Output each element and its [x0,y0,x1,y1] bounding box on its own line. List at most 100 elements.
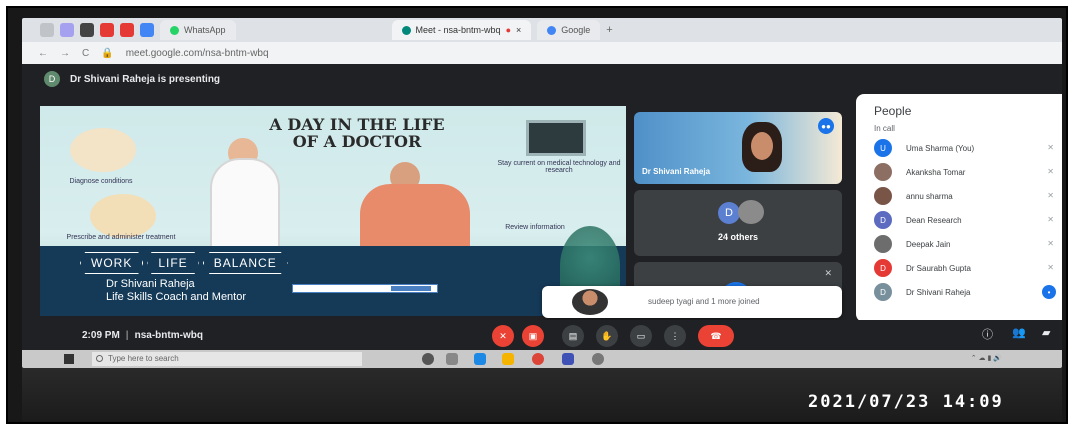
close-icon[interactable]: × [516,25,521,35]
avatar [874,187,892,205]
speaker-video-tile[interactable]: ●● Dr Shivani Raheja [634,112,842,184]
system-tray-icon[interactable]: ⌃ ☁ ▮ 🔊 [971,354,1002,362]
chrome-icon[interactable] [532,353,544,365]
tab-chrome-icon[interactable] [140,23,154,37]
people-icon[interactable]: 👥 [1012,326,1026,339]
present-button[interactable]: ▭ [630,325,652,347]
url-field[interactable]: meet.google.com/nsa-bntm-wbq [126,48,269,59]
monitor-illustration [526,120,586,156]
slide-presenter-credit: Dr Shivani Raheja Life Skills Coach and … [106,278,246,304]
presenting-banner: D Dr Shivani Raheja is presenting [22,64,852,94]
others-tile[interactable]: D 24 others [634,190,842,256]
participant-name: Uma Sharma (You) [906,143,975,153]
meet-control-bar: 2:09 PM | nsa-bntm-wbq ✕ ▣ ▤ ✋ ▭ ⋮ ☎ ⓘ 👥 ▰ [22,320,1062,350]
participant-row[interactable]: D Dean Research ✕ [856,208,1062,232]
slide-overlay-bar [292,284,438,293]
chat-icon[interactable]: ▰ [1042,326,1050,339]
panel-title: People [874,104,912,118]
slide-label: Diagnose conditions [69,178,133,185]
edge-icon[interactable] [474,353,486,365]
tab-whatsapp[interactable]: WhatsApp [160,20,236,40]
settings-icon[interactable] [592,353,604,365]
balance-chip: WORK [80,252,144,274]
info-icon[interactable]: ⓘ [982,326,993,342]
participant-name: Dr Shivani Raheja [906,287,971,297]
join-notification[interactable]: sudeep tyagi and 1 more joined [542,286,842,318]
reload-icon[interactable]: C [82,48,89,59]
balance-chip: LIFE [147,252,199,274]
meeting-details[interactable]: 2:09 PM | nsa-bntm-wbq [82,330,203,341]
participant-video [742,122,782,172]
magnifier-illustration [70,128,136,172]
participant-name: Dr Saurabh Gupta [906,263,971,273]
speaking-indicator-icon: ●● [818,118,834,134]
meeting-code: nsa-bntm-wbq [134,330,203,341]
tab-label: Meet - nsa-bntm-wbq [415,25,501,35]
tab-meet[interactable]: Meet - nsa-bntm-wbq ● × [391,20,532,40]
leave-call-button[interactable]: ☎ [698,325,734,347]
slide-label: Stay current on medical technology and r… [497,160,621,174]
avatar: U [874,139,892,157]
avatar: D [874,259,892,277]
address-bar: ← → C 🔒 meet.google.com/nsa-bntm-wbq [22,42,1062,64]
participant-name: Dean Research [906,215,962,225]
back-arrow-icon[interactable]: ← [38,48,48,59]
tab-google[interactable]: Google [537,20,601,40]
meet-icon [401,25,411,35]
slide-presenter-name: Dr Shivani Raheja [106,278,195,290]
mic-off-icon: ✕ [1047,191,1054,200]
cortana-icon[interactable] [422,353,434,365]
mic-off-icon: ✕ [824,268,832,278]
mic-toggle-button[interactable]: ✕ [492,325,514,347]
forward-arrow-icon[interactable]: → [60,48,70,59]
avatar: D [874,211,892,229]
taskbar-search-input[interactable]: Type here to search [92,352,362,366]
participant-row[interactable]: D Dr Shivani Raheja • [856,280,1062,304]
mic-off-icon: ✕ [1047,263,1054,272]
work-life-balance-banner: WORK LIFE BALANCE [80,252,288,274]
participant-row[interactable]: D Dr Saurabh Gupta ✕ [856,256,1062,280]
mic-off-icon: ✕ [1047,167,1054,176]
tab-label: WhatsApp [184,25,226,35]
task-view-icon[interactable] [446,353,458,365]
raise-hand-button[interactable]: ✋ [596,325,618,347]
balance-chip: BALANCE [202,252,288,274]
shared-slide: Diagnose conditions Prescribe and admini… [40,106,626,316]
google-icon [547,25,557,35]
tab-menu-icon[interactable] [40,23,54,37]
mic-off-icon: ✕ [1047,215,1054,224]
speaking-icon: • [1042,285,1056,299]
participant-name: Akanksha Tomar [906,167,966,177]
mic-off-icon: ✕ [1047,143,1054,152]
search-icon [96,355,103,362]
photo-timestamp: 2021/07/23 14:09 [808,392,1004,412]
participant-row[interactable]: Deepak Jain ✕ [856,232,1062,256]
captions-button[interactable]: ▤ [562,325,584,347]
file-explorer-icon[interactable] [502,353,514,365]
tab-youtube-icon[interactable] [120,23,134,37]
more-options-button[interactable]: ⋮ [664,325,686,347]
participant-name: annu sharma [906,191,953,201]
slide-label: Prescribe and administer treatment [66,234,176,241]
camera-toggle-button[interactable]: ▣ [522,325,544,347]
presenting-text: Dr Shivani Raheja is presenting [70,73,221,85]
others-count: 24 others [717,232,759,242]
participant-name: Deepak Jain [906,239,951,249]
slide-presenter-title: Life Skills Coach and Mentor [106,291,247,303]
people-panel: People In call U Uma Sharma (You) ✕ Akan… [856,94,1062,322]
notification-text: sudeep tyagi and 1 more joined [648,297,760,306]
search-placeholder: Type here to search [108,354,179,363]
new-tab-button[interactable]: + [606,24,612,36]
participant-row[interactable]: Akanksha Tomar ✕ [856,160,1062,184]
tab-app-icon[interactable] [60,23,74,37]
participant-row[interactable]: annu sharma ✕ [856,184,1062,208]
whatsapp-icon [170,25,179,35]
tab-youtube-icon[interactable] [100,23,114,37]
tab-app-icon[interactable] [80,23,94,37]
start-button[interactable] [64,354,74,364]
participant-row[interactable]: U Uma Sharma (You) ✕ [856,136,1062,160]
lock-icon: 🔒 [101,47,114,59]
monitor-screen: WhatsApp Meet - nsa-bntm-wbq ● × Google … [22,18,1062,368]
slide-title: A Day in The Life of A Doctor [269,115,445,151]
app-icon[interactable] [562,353,574,365]
